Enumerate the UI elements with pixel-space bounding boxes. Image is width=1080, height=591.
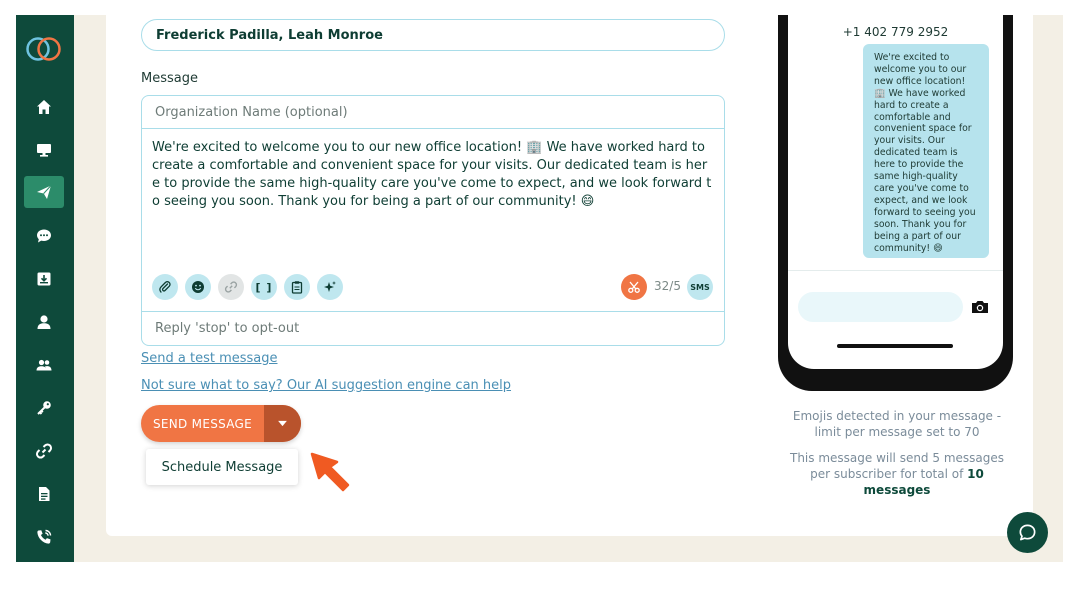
sidebar-item-groups[interactable] (24, 349, 64, 381)
home-indicator (837, 344, 953, 348)
compose-card: Frederick Padilla, Leah Monroe Message O… (106, 15, 1033, 536)
camera-icon (972, 301, 988, 313)
monitor-icon (37, 144, 51, 157)
shorten-button[interactable] (621, 274, 647, 300)
send-test-message-link[interactable]: Send a test message (141, 351, 278, 366)
phone-reply-input (798, 292, 963, 322)
sidebar-item-send[interactable] (24, 176, 64, 208)
phone-call-icon (37, 529, 52, 544)
phone-preview: +1 402 779 2952 We're excited to welcome… (778, 15, 1013, 391)
users-group-icon (36, 359, 52, 371)
send-options-dropdown-button[interactable] (264, 405, 301, 442)
app-frame: Frederick Padilla, Leah Monroe Message O… (16, 15, 1063, 562)
sender-phone-number: +1 402 779 2952 (842, 25, 949, 39)
brackets-icon: [ ] (255, 280, 273, 294)
chat-bubble-icon (37, 229, 51, 243)
emoji-button[interactable] (185, 274, 211, 300)
phone-divider (788, 270, 1003, 271)
message-textarea[interactable]: We're excited to welcome you to our new … (152, 139, 714, 211)
template-button[interactable] (284, 274, 310, 300)
recipients-field[interactable]: Frederick Padilla, Leah Monroe (141, 19, 725, 51)
segment-counter: 32/5 (654, 279, 681, 293)
sidebar-item-calls[interactable] (24, 521, 64, 553)
sparkle-icon (324, 281, 336, 292)
sidebar-item-links[interactable] (24, 435, 64, 467)
pointer-arrow-icon (310, 452, 350, 492)
inbox-download-icon (37, 272, 51, 286)
phone-screen: +1 402 779 2952 We're excited to welcome… (788, 15, 1003, 369)
optout-field[interactable]: Reply 'stop' to opt-out (142, 311, 724, 345)
user-icon (37, 315, 51, 329)
sidebar-item-messages[interactable] (24, 220, 64, 252)
message-toolbar: [ ] 32/5 SMS (152, 274, 714, 302)
document-icon (39, 487, 50, 501)
emoji-icon (192, 281, 204, 293)
support-chat-button[interactable] (1007, 512, 1048, 553)
key-icon (37, 401, 51, 415)
send-message-button[interactable]: SEND MESSAGE (141, 405, 264, 442)
emoji-limit-notice: Emojis detected in your message - limit … (792, 409, 1002, 439)
ai-suggest-button[interactable] (317, 274, 343, 300)
paperclip-icon (159, 281, 171, 293)
message-box: Organization Name (optional) We're excit… (141, 95, 725, 346)
message-count-notice: This message will send 5 messages per su… (782, 450, 1012, 498)
message-label: Message (141, 71, 198, 86)
ai-suggestion-link[interactable]: Not sure what to say? Our AI suggestion … (141, 378, 511, 393)
channel-sms-button[interactable]: SMS (687, 274, 713, 300)
recipients-value: Frederick Padilla, Leah Monroe (156, 27, 383, 43)
attach-button[interactable] (152, 274, 178, 300)
send-message-button-group: SEND MESSAGE (141, 405, 301, 442)
link-icon (224, 281, 238, 293)
sidebar-item-documents[interactable] (24, 478, 64, 510)
sidebar-item-monitor[interactable] (24, 134, 64, 166)
message-preview-bubble: We're excited to welcome you to our new … (863, 44, 989, 258)
clipboard-icon (291, 281, 303, 294)
scissors-icon (628, 281, 640, 293)
organization-name-input[interactable]: Organization Name (optional) (142, 96, 724, 129)
logo-icon[interactable] (24, 33, 64, 63)
sidebar-item-contact[interactable] (24, 306, 64, 338)
sidebar-item-keys[interactable] (24, 392, 64, 424)
sidebar (16, 15, 74, 562)
sidebar-item-home[interactable] (24, 91, 64, 123)
chat-icon (1019, 524, 1036, 541)
merge-field-button[interactable]: [ ] (251, 274, 277, 300)
caret-down-icon (278, 420, 287, 427)
schedule-message-option[interactable]: Schedule Message (146, 449, 298, 485)
home-icon (37, 100, 51, 114)
paper-plane-icon (37, 185, 52, 199)
insert-link-button[interactable] (218, 274, 244, 300)
sidebar-item-inbox[interactable] (24, 263, 64, 295)
link-chain-icon (35, 443, 53, 459)
